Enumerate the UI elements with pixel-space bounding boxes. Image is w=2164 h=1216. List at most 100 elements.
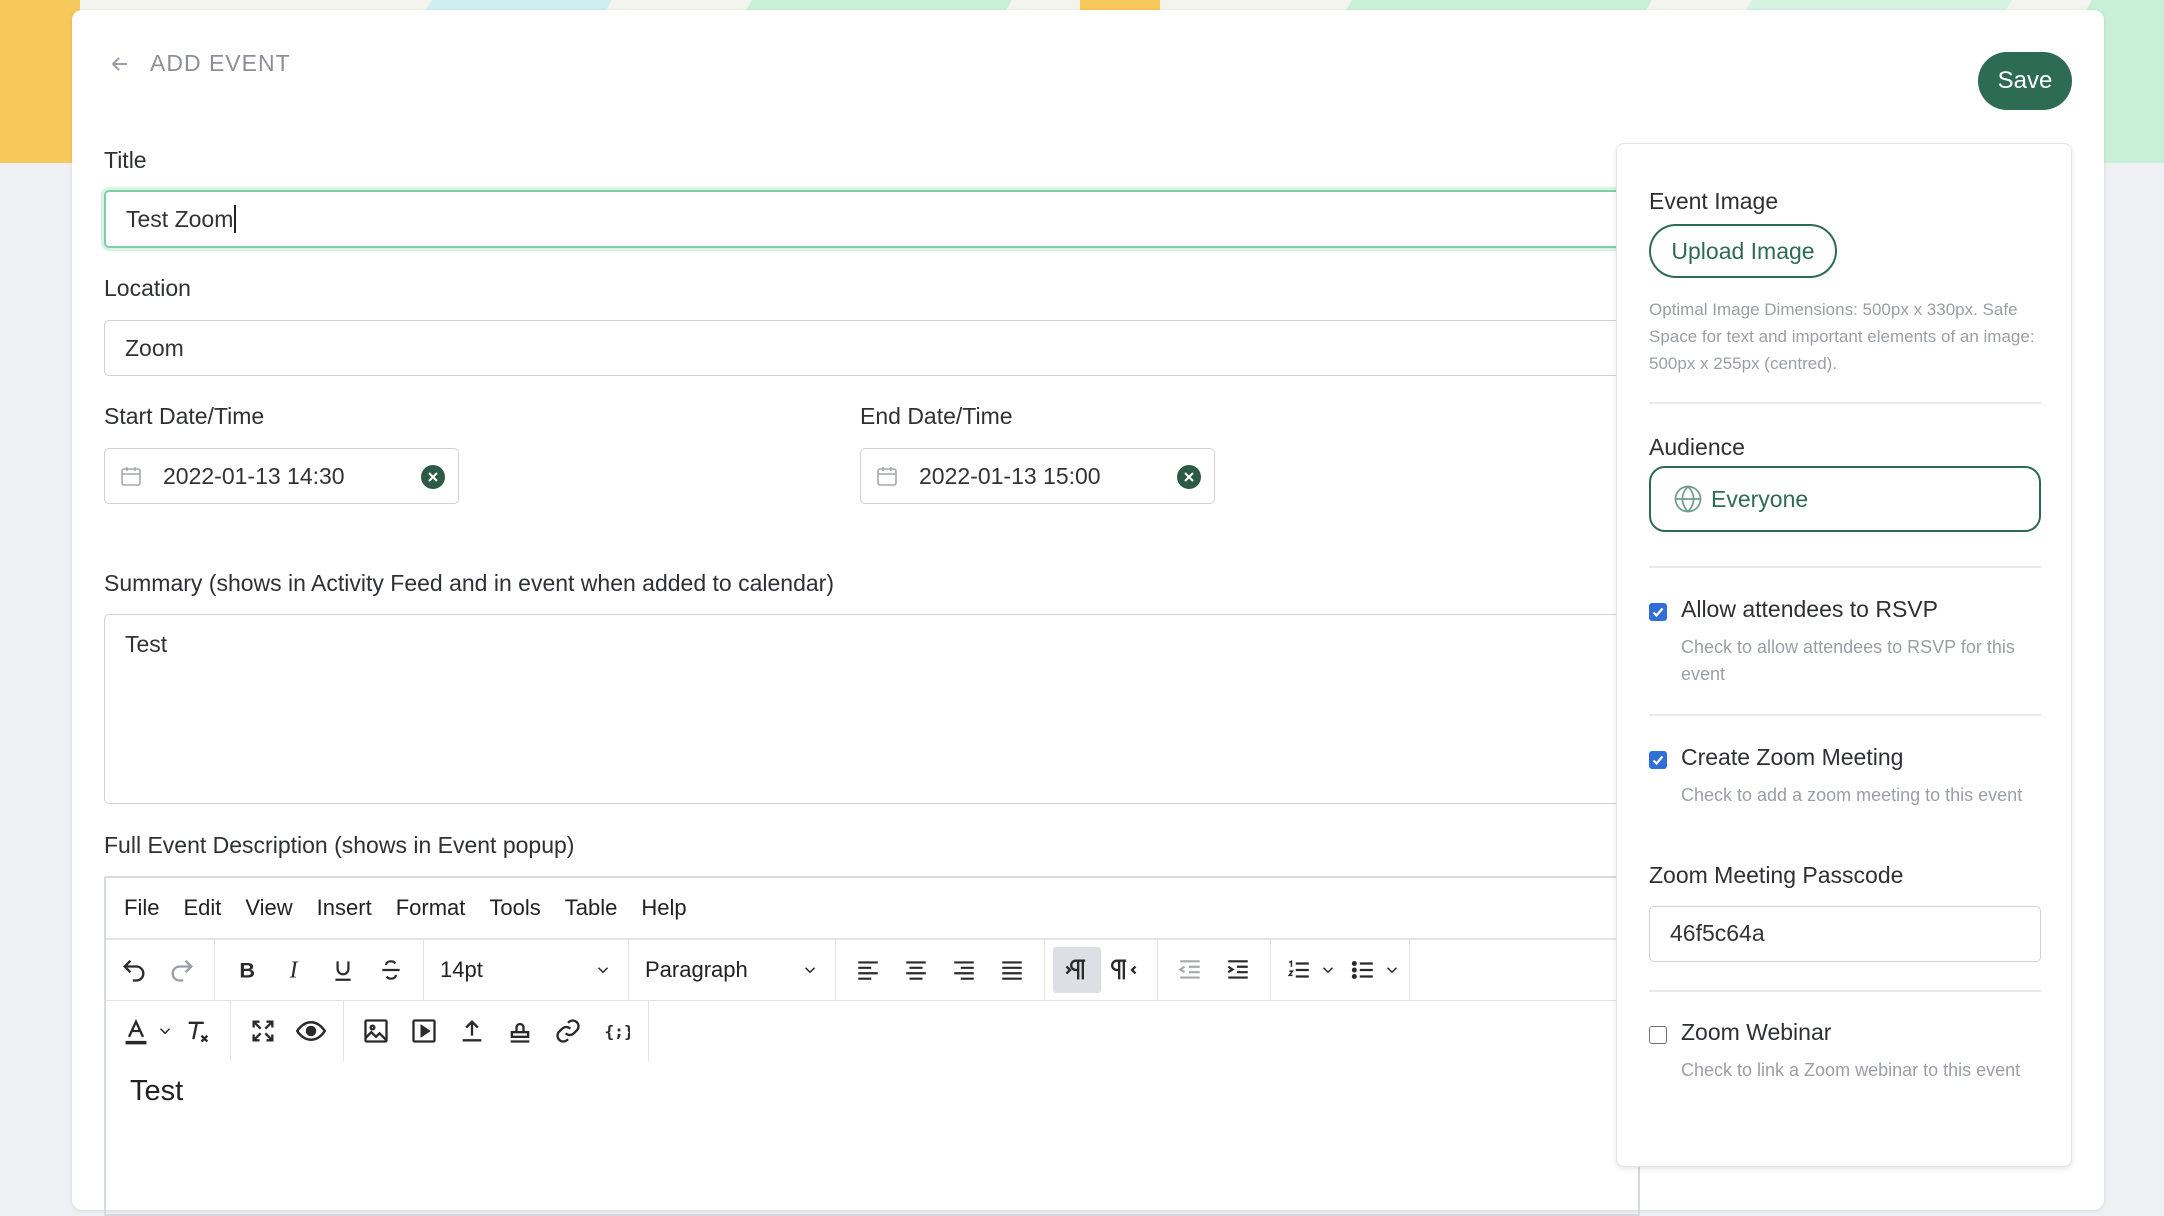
editor-content[interactable]: Test [106,1061,1638,1122]
underline-button[interactable] [319,947,367,993]
insert-image-button[interactable] [352,1008,400,1054]
block-format-select[interactable]: Paragraph [637,957,827,983]
insert-media-button[interactable] [400,1008,448,1054]
rsvp-hint: Check to allow attendees to RSVP for thi… [1681,637,2015,684]
location-label: Location [104,275,191,301]
strikethrough-button[interactable] [367,947,415,993]
audience-select[interactable]: Everyone [1649,466,2041,532]
divider [1649,714,2041,716]
fullscreen-icon [252,1020,274,1042]
align-right-button[interactable] [940,947,988,993]
zoom-webinar-label[interactable]: Zoom Webinar [1681,1019,1831,1046]
fullscreen-button[interactable] [239,1008,287,1054]
redo-button[interactable] [158,947,206,993]
bold-icon: B [239,958,255,983]
text-caret [234,205,237,233]
menu-table[interactable]: Table [565,895,618,921]
chevron-down-icon[interactable] [1319,961,1337,979]
audience-value: Everyone [1711,485,1809,512]
numbered-list-button[interactable] [1279,947,1319,993]
chevron-down-icon [597,967,609,974]
menu-insert[interactable]: Insert [317,895,372,921]
video-icon [412,1019,436,1043]
menu-help[interactable]: Help [641,895,686,921]
rtl-button[interactable] [1101,947,1149,993]
event-image-heading: Event Image [1649,188,1779,214]
stamp-button[interactable] [496,1008,544,1054]
clear-icon[interactable] [420,464,446,490]
indent-button[interactable] [1214,947,1262,993]
zoom-meeting-label[interactable]: Create Zoom Meeting [1681,744,1903,771]
divider [1649,990,2041,992]
editor-menubar: File Edit View Insert Format Tools Table… [106,878,1638,940]
upload-button[interactable] [448,1008,496,1054]
zoom-meeting-hint: Check to add a zoom meeting to this even… [1681,785,2023,805]
start-date-picker[interactable]: 2022-01-13 14:30 [104,448,459,504]
menu-file[interactable]: File [124,895,159,921]
insert-link-button[interactable] [544,1008,592,1054]
menu-edit[interactable]: Edit [183,895,221,921]
italic-button[interactable]: I [271,947,319,993]
title-input[interactable]: Test Zoom [104,190,1640,248]
location-input[interactable]: Zoom [104,320,1640,376]
back-link[interactable]: ADD EVENT [108,50,291,77]
zoom-webinar-checkbox[interactable] [1649,1026,1667,1044]
save-button[interactable]: Save [1978,52,2072,110]
block-format-value: Paragraph [645,957,748,982]
passcode-label: Zoom Meeting Passcode [1649,862,1904,888]
upload-image-button[interactable]: Upload Image [1649,224,1837,278]
link-icon [556,1019,580,1043]
chevron-down-icon [804,967,816,974]
divider [1649,402,2041,404]
justify-button[interactable] [988,947,1036,993]
zoom-webinar-hint: Check to link a Zoom webinar to this eve… [1681,1060,2021,1080]
rtl-icon [1111,959,1137,980]
title-value: Test Zoom [126,205,234,232]
font-size-select[interactable]: 14pt [432,957,620,983]
menu-tools[interactable]: Tools [489,895,540,921]
justify-icon [1002,961,1022,980]
divider [1649,566,2041,568]
outdent-icon [1178,960,1200,979]
zoom-meeting-checkbox[interactable] [1649,751,1667,769]
align-center-icon [906,961,926,980]
summary-label: Summary (shows in Activity Feed and in e… [104,570,834,596]
editor-toolbar-secondary: {;} [106,1001,1638,1061]
end-date-picker[interactable]: 2022-01-13 15:00 [860,448,1215,504]
menu-format[interactable]: Format [396,895,466,921]
end-date-label: End Date/Time [860,403,1013,429]
insert-variable-button[interactable]: {;} [592,1008,640,1054]
undo-icon [123,959,145,982]
outdent-button[interactable] [1166,947,1214,993]
clear-formatting-button[interactable] [174,1008,222,1054]
check-icon [1652,607,1664,618]
passcode-input[interactable]: 46f5c64a [1649,906,2041,962]
bullet-list-button[interactable] [1343,947,1383,993]
redo-icon [171,959,193,982]
chevron-down-icon[interactable] [156,1022,174,1040]
align-left-button[interactable] [844,947,892,993]
chevron-down-icon[interactable] [1383,961,1401,979]
menu-view[interactable]: View [245,895,292,921]
rsvp-checkbox[interactable] [1649,603,1667,621]
arrow-left-icon [111,56,127,71]
ltr-button[interactable] [1053,947,1101,993]
bold-button[interactable]: B [223,947,271,993]
align-center-button[interactable] [892,947,940,993]
italic-icon: I [289,958,299,983]
font-size-value: 14pt [440,957,483,982]
clear-formatting-icon [188,1021,209,1043]
preview-button[interactable] [287,1008,335,1054]
rich-text-editor: File Edit View Insert Format Tools Table… [104,876,1640,1216]
clear-icon[interactable] [1176,464,1202,490]
passcode-value: 46f5c64a [1670,920,1765,946]
eye-icon [296,1020,326,1042]
audience-heading: Audience [1649,434,1745,460]
title-label: Title [104,147,147,173]
underline-icon [335,961,351,981]
rsvp-label[interactable]: Allow attendees to RSVP [1681,596,1938,623]
calendar-icon [877,467,897,486]
undo-button[interactable] [110,947,158,993]
text-color-button[interactable] [116,1008,156,1054]
summary-textarea[interactable]: Test [104,614,1640,804]
